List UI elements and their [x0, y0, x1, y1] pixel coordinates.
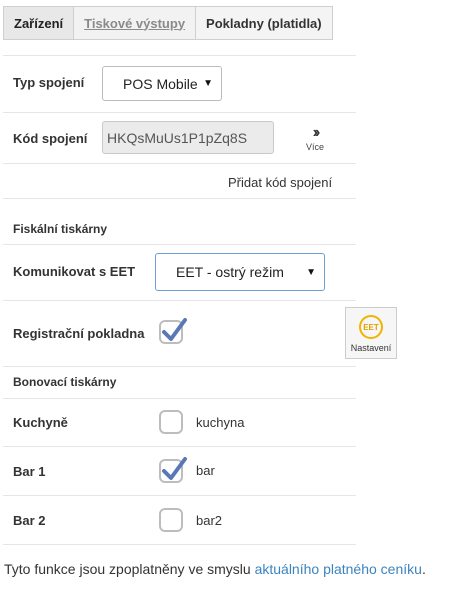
fiscal-printers-heading: Fiskální tiskárny — [13, 222, 108, 236]
eet-mode-select[interactable]: EET - ostrý režim ▼ — [155, 253, 325, 291]
divider — [3, 55, 356, 56]
dropdown-arrow-icon: ▼ — [306, 266, 316, 278]
eet-mode-value: EET - ostrý režim — [176, 264, 284, 280]
pricing-notice: Tyto funkce jsou zpoplatněny ve smyslu a… — [4, 561, 426, 577]
eet-settings-button[interactable]: EET Nastavení — [345, 307, 397, 359]
divider — [3, 446, 356, 447]
tab-registers[interactable]: Pokladny (platidla) — [196, 6, 333, 40]
connection-type-value: POS Mobile — [123, 75, 198, 92]
printer-value-bar1: bar — [196, 463, 215, 478]
divider — [3, 366, 356, 367]
settings-label: Nastavení — [350, 343, 392, 353]
printer-checkbox-bar2[interactable] — [159, 508, 183, 532]
divider — [3, 163, 356, 164]
printer-checkbox-bar1[interactable] — [159, 457, 187, 483]
divider — [3, 244, 356, 245]
printer-label-kitchen: Kuchyně — [13, 415, 68, 430]
divider — [3, 398, 356, 399]
add-connection-code-link[interactable]: Přidat kód spojení — [228, 175, 332, 190]
tab-devices[interactable]: Zařízení — [3, 6, 75, 40]
connection-code-label: Kód spojení — [13, 131, 88, 146]
checkmark-icon — [162, 457, 187, 480]
tab-print-outputs[interactable]: Tiskové výstupy — [74, 6, 197, 40]
divider — [3, 495, 356, 496]
printer-value-kitchen: kuchyna — [196, 415, 245, 430]
double-chevron-right-icon: ›› — [312, 124, 321, 141]
printer-label-bar1: Bar 1 — [13, 464, 46, 479]
more-button[interactable]: ›› Více — [300, 124, 330, 153]
printer-label-bar2: Bar 2 — [13, 513, 46, 528]
printer-checkbox-kitchen[interactable] — [159, 410, 183, 434]
eet-logo-icon: EET — [359, 315, 383, 339]
divider — [3, 198, 356, 199]
printer-value-bar2: bar2 — [196, 513, 223, 528]
connection-type-select[interactable]: POS Mobile ▼ — [102, 66, 222, 101]
divider — [3, 544, 356, 545]
checkmark-icon — [162, 318, 187, 341]
more-label: Více — [305, 142, 324, 152]
eet-label: Komunikovat s EET — [13, 264, 136, 279]
pricing-notice-text: Tyto funkce jsou zpoplatněny ve smyslu — [4, 561, 255, 577]
tab-bar: Zařízení Tiskové výstupy Pokladny (plati… — [3, 6, 333, 42]
pricing-notice-end: . — [421, 561, 426, 577]
pricing-link[interactable]: aktuálního platného ceníku — [255, 561, 422, 577]
connection-code-field[interactable]: HKQsMuUs1P1pZq8S — [102, 121, 274, 154]
connection-type-label: Typ spojení — [13, 75, 85, 90]
connection-code-value: HKQsMuUs1P1pZq8S — [107, 129, 248, 146]
divider — [3, 112, 356, 113]
register-label: Registrační pokladna — [13, 326, 145, 341]
receipt-printers-heading: Bonovací tiskárny — [13, 375, 117, 389]
register-checkbox[interactable] — [159, 318, 187, 344]
dropdown-arrow-icon: ▼ — [203, 78, 213, 89]
divider — [3, 300, 356, 301]
